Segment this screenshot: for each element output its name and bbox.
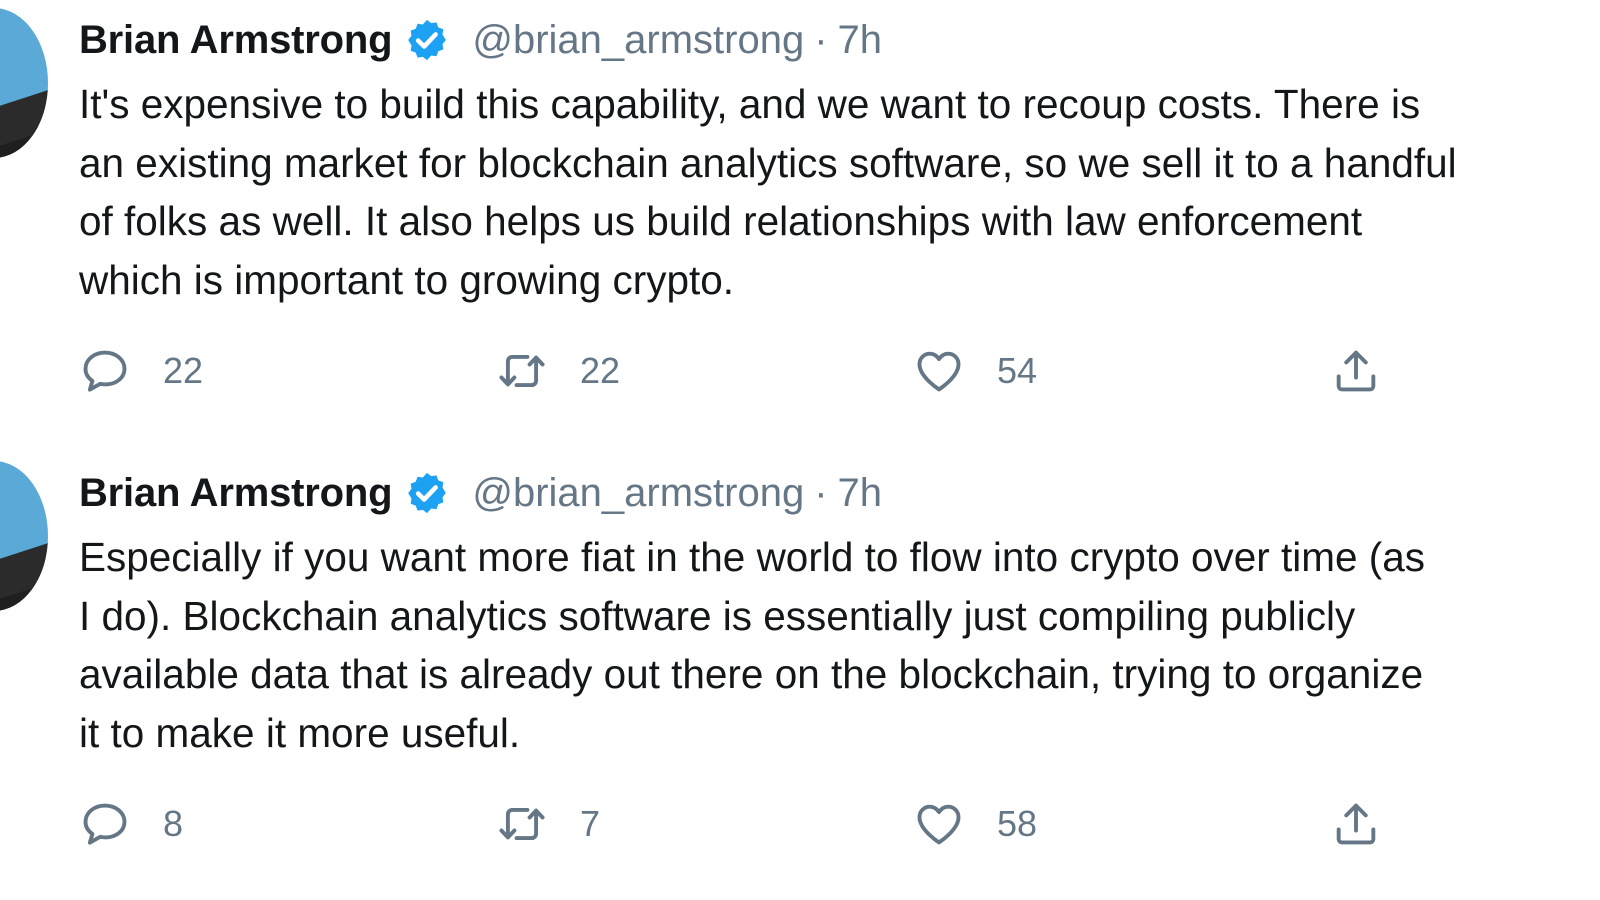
tweet-text-line: of folks as well. It also helps us build… bbox=[79, 198, 1363, 244]
separator-dot: · bbox=[814, 470, 828, 515]
verified-badge-icon bbox=[408, 472, 447, 514]
tweet-actions: 8 7 58 bbox=[0, 789, 1600, 859]
retweet-button[interactable]: 7 bbox=[496, 789, 600, 859]
tweet-text-line: I do). Blockchain analytics software is … bbox=[79, 592, 1356, 639]
reply-icon bbox=[83, 350, 127, 392]
tweet-text-line: an existing market for blockchain analyt… bbox=[79, 139, 1457, 186]
reply-button[interactable]: 8 bbox=[79, 789, 183, 859]
separator-dot: · bbox=[814, 17, 828, 62]
avatar[interactable] bbox=[0, 8, 48, 158]
verified-badge-icon bbox=[408, 19, 447, 61]
share-icon bbox=[1336, 803, 1376, 845]
tweet-header: Brian Armstrong @brian_armstrong · 7h bbox=[79, 14, 882, 66]
tweet[interactable]: Brian Armstrong @brian_armstrong · 7h Es… bbox=[0, 453, 1600, 893]
tweet-timestamp[interactable]: 7h bbox=[838, 471, 883, 516]
like-count: 58 bbox=[997, 803, 1038, 844]
retweet-count: 22 bbox=[580, 350, 621, 391]
share-button[interactable] bbox=[1330, 789, 1382, 859]
tweet-text-line: It's expensive to build this capability,… bbox=[79, 81, 1421, 127]
author-name[interactable]: Brian Armstrong bbox=[79, 18, 393, 63]
tweet-text-line: it to make it more useful. bbox=[79, 709, 521, 756]
reply-icon bbox=[83, 803, 127, 845]
like-icon bbox=[917, 804, 961, 845]
like-button[interactable]: 58 bbox=[913, 789, 1037, 859]
reply-count: 22 bbox=[163, 350, 204, 391]
retweet-count: 7 bbox=[580, 803, 601, 844]
share-icon bbox=[1336, 350, 1376, 392]
tweet-timestamp[interactable]: 7h bbox=[838, 18, 883, 63]
share-button[interactable] bbox=[1330, 336, 1382, 406]
tweet[interactable]: Brian Armstrong @brian_armstrong · 7h It… bbox=[0, 0, 1600, 440]
tweet-text-line: available data that is already out there… bbox=[79, 651, 1424, 697]
avatar[interactable] bbox=[0, 461, 48, 611]
like-count: 54 bbox=[997, 350, 1038, 391]
author-handle[interactable]: @brian_armstrong bbox=[472, 18, 804, 63]
retweet-button[interactable]: 22 bbox=[496, 336, 620, 406]
tweet-text-line: which is important to growing crypto. bbox=[79, 256, 735, 303]
tweet-actions: 22 22 54 bbox=[0, 336, 1600, 406]
tweet-thread: Brian Armstrong @brian_armstrong · 7h It… bbox=[0, 0, 1600, 900]
reply-count: 8 bbox=[163, 803, 184, 844]
reply-button[interactable]: 22 bbox=[79, 336, 203, 406]
tweet-header: Brian Armstrong @brian_armstrong · 7h bbox=[79, 467, 882, 519]
like-button[interactable]: 54 bbox=[913, 336, 1037, 406]
retweet-icon bbox=[499, 354, 545, 388]
author-name[interactable]: Brian Armstrong bbox=[79, 471, 393, 516]
tweet-text: Especially if you want more fiat in the … bbox=[79, 528, 1600, 762]
retweet-icon bbox=[499, 807, 545, 841]
tweet-text-line: Especially if you want more fiat in the … bbox=[79, 534, 1426, 580]
tweet-text: It's expensive to build this capability,… bbox=[79, 75, 1600, 309]
like-icon bbox=[917, 351, 961, 392]
author-handle[interactable]: @brian_armstrong bbox=[472, 471, 804, 516]
